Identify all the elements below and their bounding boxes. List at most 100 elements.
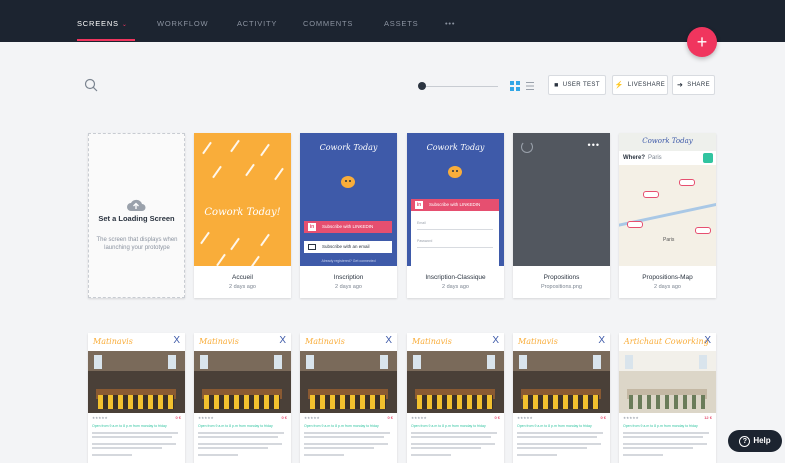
screen-card-inscription-classique[interactable]: Cowork Today in Subscribe with LINKEDIN E… — [407, 133, 504, 298]
screen-thumbnail: ••• — [513, 133, 610, 268]
space-name: Matinavis — [518, 337, 558, 346]
space-photo — [407, 351, 504, 413]
screen-date: 2 days ago — [229, 284, 256, 290]
screen-name: Inscription-Classique — [425, 274, 486, 281]
user-test-button[interactable]: ■ USER TEST — [548, 75, 606, 95]
screen-thumbnail: Cowork Today Where? Paris Paris — [619, 133, 716, 268]
card-footer: Propositions-Map 2 days ago — [619, 266, 716, 298]
card-footer: Propositions Propositions.png — [513, 266, 610, 298]
bolt-icon: ⚡ — [614, 82, 624, 89]
password-field — [417, 247, 493, 248]
zoom-slider-handle[interactable] — [418, 82, 426, 90]
password-field-label: Password — [417, 239, 433, 243]
screen-name: Propositions-Map — [642, 274, 693, 281]
space-name: Matinavis — [199, 337, 239, 346]
space-name: Matinavis — [305, 337, 345, 346]
map-view: Paris — [619, 165, 716, 268]
tab-workflow[interactable]: WORKFLOW — [157, 19, 208, 28]
app-logo: Cowork Today — [319, 143, 378, 152]
screen-card-space-detail[interactable]: Artichaut Coworking X ★★★★★ 12 € Open fr… — [619, 333, 716, 463]
card-menu-button[interactable]: ••• — [588, 140, 600, 150]
bird-mascot-icon — [448, 166, 462, 178]
opening-hours: Open from 9 a.m to 8 p.m from monday to … — [92, 424, 167, 428]
screen-card-propositions[interactable]: ••• Propositions Propositions.png — [513, 133, 610, 298]
opening-hours: Open from 9 a.m to 8 p.m from monday to … — [304, 424, 379, 428]
space-photo — [88, 351, 185, 413]
more-tabs-button[interactable]: ••• — [445, 19, 455, 28]
tab-screens[interactable]: SCREENS ⌄ — [77, 19, 128, 28]
email-subscribe-button: Subscribe with an email — [304, 241, 392, 253]
space-price: 0 € — [494, 415, 500, 420]
screen-card-propositions-map[interactable]: Cowork Today Where? Paris Paris Propositi… — [619, 133, 716, 298]
screen-card-space-detail[interactable]: Matinavis X ★★★★★ 0 € Open from 9 a.m to… — [513, 333, 610, 463]
screen-thumbnail: Cowork Today in Subscribe with LINKEDIN S… — [300, 133, 397, 268]
card-footer: Accueil 2 days ago — [194, 266, 291, 298]
cloud-upload-icon — [127, 199, 146, 211]
screen-card-accueil[interactable]: Cowork Today! Accueil 2 days ago — [194, 133, 291, 298]
email-field-label: Email — [417, 221, 426, 225]
map-pin — [643, 191, 659, 198]
top-nav: SCREENS ⌄ WORKFLOW ACTIVITY COMMENTS ASSE… — [0, 0, 785, 42]
loading-screen-text: The screen that displays when launching … — [96, 237, 178, 251]
screen-card-space-detail[interactable]: Matinavis X ★★★★★ 0 € Open from 9 a.m to… — [88, 333, 185, 463]
app-logo: Cowork Today! — [204, 207, 281, 218]
tab-comments[interactable]: COMMENTS — [303, 19, 353, 28]
tab-assets[interactable]: ASSETS — [384, 19, 418, 28]
map-city-label: Paris — [663, 237, 675, 243]
map-pin — [679, 179, 695, 186]
space-name: Matinavis — [93, 337, 133, 346]
screen-date: 2 days ago — [442, 284, 469, 290]
close-icon: X — [492, 335, 499, 346]
share-button[interactable]: ➜ SHARE — [672, 75, 715, 95]
screen-card-space-detail[interactable]: Matinavis X ★★★★★ 0 € Open from 9 a.m to… — [300, 333, 397, 463]
close-icon: X — [598, 335, 605, 346]
active-tab-indicator — [77, 39, 135, 41]
opening-hours: Open from 9 a.m to 8 p.m from monday to … — [623, 424, 698, 428]
screen-card-space-detail[interactable]: Matinavis X ★★★★★ 0 € Open from 9 a.m to… — [194, 333, 291, 463]
linkedin-subscribe-button: in Subscribe with LINKEDIN — [411, 199, 499, 211]
space-price: 0 € — [281, 415, 287, 420]
space-name: Matinavis — [412, 337, 452, 346]
share-label: SHARE — [687, 82, 710, 88]
search-icon[interactable] — [84, 78, 98, 92]
map-pin — [695, 227, 711, 234]
space-price: 12 € — [704, 415, 712, 420]
screen-date: 2 days ago — [335, 284, 362, 290]
close-icon: X — [173, 335, 180, 346]
list-view-icon[interactable] — [525, 81, 535, 91]
card-footer: Inscription-Classique 2 days ago — [407, 266, 504, 298]
help-button[interactable]: ? Help — [728, 430, 782, 452]
screen-card-inscription[interactable]: Cowork Today in Subscribe with LINKEDIN S… — [300, 133, 397, 298]
tab-activity[interactable]: ACTIVITY — [237, 19, 277, 28]
space-price: 0 € — [600, 415, 606, 420]
screen-card-space-detail[interactable]: Matinavis X ★★★★★ 0 € Open from 9 a.m to… — [407, 333, 504, 463]
email-label: Subscribe with an email — [322, 244, 370, 249]
email-field — [417, 229, 493, 230]
rating-stars: ★★★★★ — [198, 416, 214, 420]
space-price: 0 € — [175, 415, 181, 420]
liveshare-button[interactable]: ⚡ LIVESHARE — [612, 75, 668, 95]
liveshare-label: LIVESHARE — [627, 82, 666, 88]
loading-screen-card[interactable]: Set a Loading Screen The screen that dis… — [88, 133, 185, 298]
linkedin-subscribe-button: in Subscribe with LINKEDIN — [304, 221, 392, 233]
close-icon: X — [385, 335, 392, 346]
zoom-slider[interactable] — [422, 86, 498, 87]
space-photo — [513, 351, 610, 413]
grid-view-icon[interactable] — [510, 81, 520, 91]
space-photo — [619, 351, 716, 413]
screen-date: 2 days ago — [654, 284, 681, 290]
add-screen-button[interactable]: + — [687, 27, 717, 57]
where-label: Where? — [623, 155, 646, 161]
envelope-icon — [308, 244, 316, 250]
screen-name: Inscription — [333, 274, 364, 281]
close-icon: X — [279, 335, 286, 346]
location-bar: Where? Paris — [619, 151, 716, 165]
space-photo — [300, 351, 397, 413]
card-footer: Inscription 2 days ago — [300, 266, 397, 298]
screen-thumbnail: Cowork Today in Subscribe with LINKEDIN E… — [407, 133, 504, 268]
help-label: Help — [753, 436, 771, 445]
question-icon: ? — [739, 436, 751, 447]
close-icon: X — [704, 335, 711, 346]
opening-hours: Open from 9 a.m to 8 p.m from monday to … — [198, 424, 273, 428]
linkedin-label: Subscribe with LINKEDIN — [322, 224, 374, 229]
